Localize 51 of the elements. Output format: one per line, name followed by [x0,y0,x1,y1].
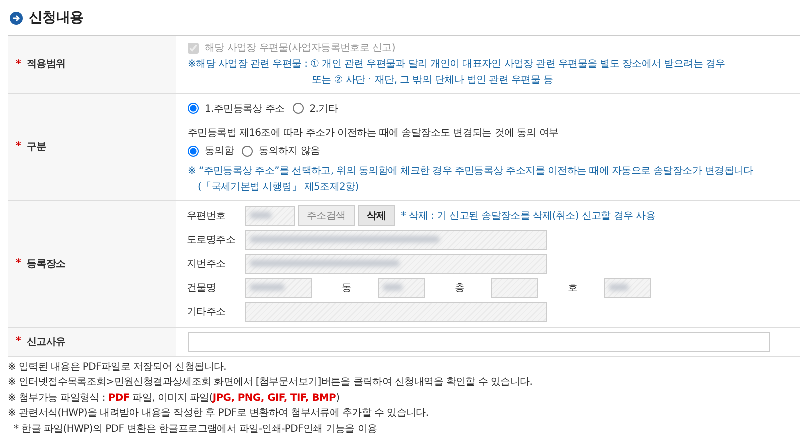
required-mark: * [16,258,21,269]
other-address-field[interactable] [245,302,547,322]
question-text: 주민등록법 제16조에 따라 주소가 이전하는 때에 송달장소도 변경되는 것에 동의 여부 [188,127,560,140]
radio-button[interactable] [188,146,199,156]
option-label[interactable]: 1.주민등록상 주소 [205,102,285,116]
footnote-text: ※ 입력된 내용은 PDF파일로 저장되어 신청됩니다. [8,360,228,374]
note-text: ※해당 사업장 관련 우편물 : ① 개인 관련 우편물과 달리 개인이 대표자인 사업장 관련 우편물을 별도 장소에서 받으려는 경우 [188,58,726,72]
note-text: 또는 ② 사단ㆍ재단, 그 밖의 단체나 법인 관련 우편물 등 [311,74,554,88]
field-label: 층 [454,282,466,294]
required-mark: * [16,58,21,70]
blurred-value [250,212,272,219]
field-label: 호 [567,282,579,294]
reason-field[interactable] [188,332,770,352]
row-label: 등록장소 [26,258,66,270]
arrow-circle-icon [10,12,23,24]
delete-button[interactable]: 삭제 [358,205,396,226]
footnote-text: ※ 인터넷접수목록조회>민원신청결과상세조회 화면에서 [첨부문서보기]버튼을 클릭하여 신청내역을 확인할 수 있습니다. [8,376,534,390]
footnote-text: * 한글 파일(HWP)의 PDF 변환은 한글프로그램에서 파일-인쇄-PDF인쇄 기능을 이용 [13,422,378,436]
field-label: 동 [341,282,353,294]
ho-field[interactable] [604,278,651,298]
field-label: 지번주소 [187,258,227,270]
building-field[interactable] [245,278,312,298]
required-mark: * [16,141,21,152]
floor-field[interactable] [491,278,538,298]
row-label: 적용범위 [26,58,66,72]
section-title: 신청내용 [29,9,84,27]
field-label: 건물명 [187,282,218,294]
option-label[interactable]: 2.기타 [310,102,338,116]
row-label: 구분 [26,140,46,154]
footnote-text: ※ 관련서식(HWP)을 내려받아 내용을 작성한 후 PDF로 변환하여 첨부서류에 추가할 수 있습니다. [8,407,430,421]
field-label: 우편번호 [187,210,227,222]
delete-note: * 삭제 : 기 신고된 송달장소를 삭제(취소) 신고할 경우 사용 [401,210,656,222]
road-address-field[interactable] [245,230,547,250]
footnote-text: ※ 첨부가능 파일형식 : PDF 파일, 이미지 파일(JPG, PNG, GIF, TIF, BMP) [8,392,341,406]
blurred-value [609,284,629,291]
blurred-value [250,284,285,291]
dong-field[interactable] [378,278,425,298]
note-text: ※ “주민등록상 주소”를 선택하고, 위의 동의함에 체크한 경우 주민등록상 주소지를 이전하는 때에 자동으로 송달장소가 변경됩니다 [188,164,754,178]
field-label: 기타주소 [187,306,227,318]
postcode-field[interactable] [245,206,295,226]
radio-button[interactable] [188,103,199,114]
lot-address-field[interactable] [245,254,547,274]
note-text: (「국세기본법 시행령」 제5조제2항) [197,180,360,194]
blurred-value [383,284,403,291]
radio-button[interactable] [242,146,254,156]
required-mark: * [16,336,21,347]
field-label: 도로명주소 [187,234,237,246]
row-label: 신고사유 [26,336,66,348]
option-label[interactable]: 동의하지 않음 [259,144,320,158]
option-label[interactable]: 동의함 [205,144,234,158]
radio-button[interactable] [292,103,304,114]
